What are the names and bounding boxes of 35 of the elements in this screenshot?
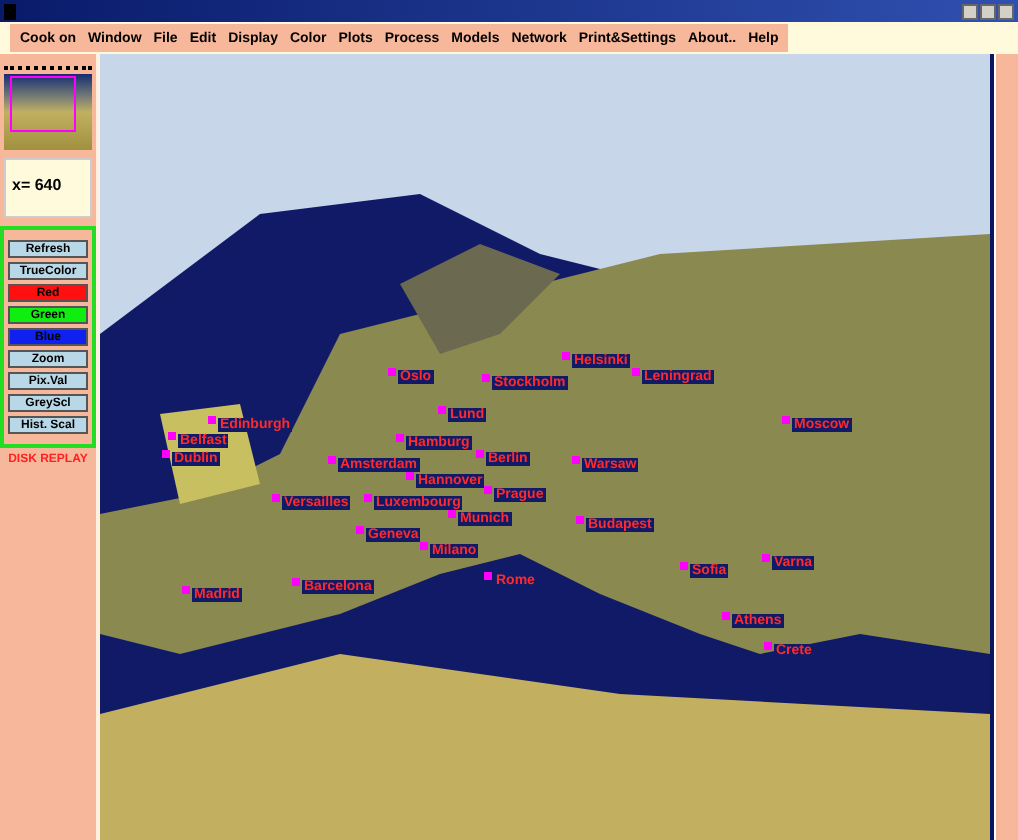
- app-icon: [4, 3, 16, 19]
- coordinate-readout: x= 640: [4, 158, 92, 218]
- city-marker: [576, 516, 584, 524]
- city-marker: [572, 456, 580, 464]
- city-marker: [438, 406, 446, 414]
- city-marker: [364, 494, 372, 502]
- city-marker: [328, 456, 336, 464]
- viewport-frame: [10, 76, 76, 132]
- city-marker: [208, 416, 216, 424]
- city-marker: [406, 472, 414, 480]
- city-marker: [484, 572, 492, 580]
- city-marker: [762, 554, 770, 562]
- city-marker: [182, 586, 190, 594]
- city-marker: [388, 368, 396, 376]
- city-marker: [680, 562, 688, 570]
- city-marker: [162, 450, 170, 458]
- minimize-button[interactable]: [962, 3, 978, 19]
- city-marker: [482, 374, 490, 382]
- city-marker: [722, 612, 730, 620]
- city-marker: [396, 434, 404, 442]
- city-marker: [272, 494, 280, 502]
- city-marker: [484, 486, 492, 494]
- city-marker: [782, 416, 790, 424]
- city-marker: [420, 542, 428, 550]
- close-button[interactable]: [998, 3, 1014, 19]
- city-marker: [632, 368, 640, 376]
- city-marker: [356, 526, 364, 534]
- city-marker: [292, 578, 300, 586]
- city-marker: [448, 510, 456, 518]
- city-marker: [168, 432, 176, 440]
- city-marker: [764, 642, 772, 650]
- city-marker: [476, 450, 484, 458]
- city-marker: [562, 352, 570, 360]
- scrollbar[interactable]: [994, 54, 1018, 840]
- maximize-button[interactable]: [980, 3, 996, 19]
